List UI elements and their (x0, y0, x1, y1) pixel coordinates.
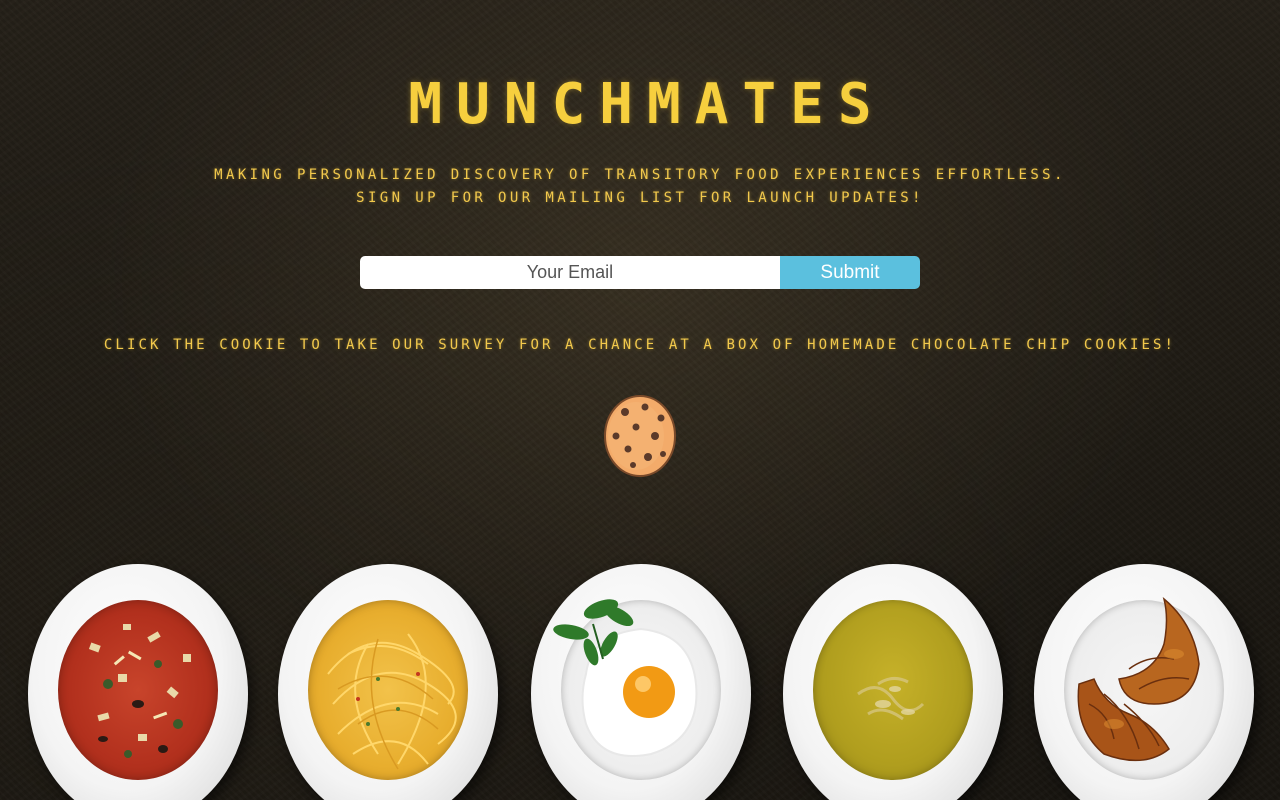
tagline-line-2: SIGN UP FOR OUR MAILING LIST FOR LAUNCH … (356, 190, 924, 206)
survey-text: CLICK THE COOKIE TO TAKE OUR SURVEY FOR … (103, 337, 1177, 353)
tagline-line-1: MAKING PERSONALIZED DISCOVERY OF TRANSIT… (214, 167, 1066, 183)
spaghetti-plate-icon (278, 564, 498, 800)
page-title: MUNCHMATES (408, 72, 886, 137)
submit-button[interactable]: Submit (780, 256, 920, 289)
signup-form: Submit (360, 256, 920, 289)
email-input[interactable] (360, 256, 780, 289)
croissant-plate-icon (1034, 564, 1254, 800)
soup-plate-icon (28, 564, 248, 800)
cookie-icon[interactable] (603, 394, 677, 478)
fried-egg-plate-icon (531, 564, 751, 800)
pea-soup-plate-icon (783, 564, 1003, 800)
